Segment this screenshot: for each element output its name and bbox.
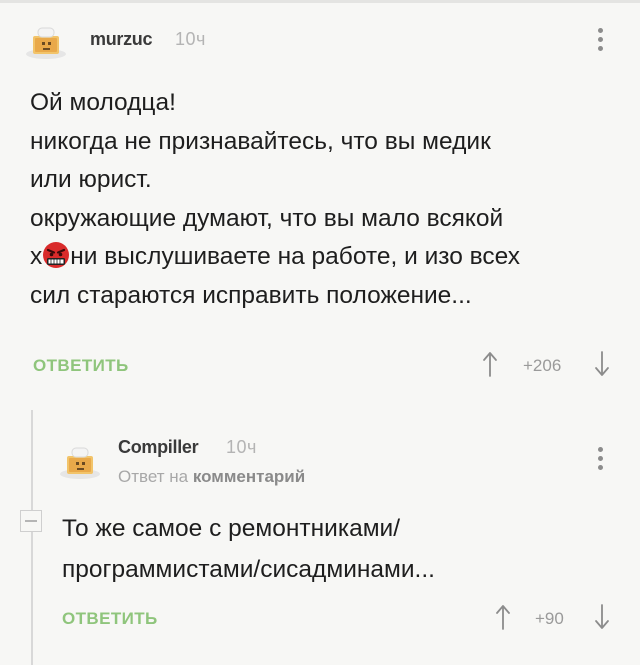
avatar-icon[interactable] (58, 440, 102, 480)
comment-line-fragment: х (30, 243, 43, 270)
arrow-up-icon[interactable] (495, 604, 511, 630)
answer-target-link[interactable]: комментарий (193, 467, 305, 486)
comment-line-fragment: ни выслушиваете на работе, и изо всех (70, 243, 521, 270)
comment-time: 10ч (175, 29, 206, 49)
comment-line: сил стараются исправить положение... (30, 281, 472, 309)
comment-text: То же самое с ремонтниками/ программиста… (62, 508, 435, 590)
comment-line: или юрист. (30, 166, 152, 193)
comment-line: х ни выслушиваете на работе, и изо всех (30, 238, 520, 277)
comment-line: программистами/сисадминами... (62, 556, 435, 583)
more-vertical-icon[interactable] (596, 447, 604, 474)
comment-username[interactable]: Compiller (118, 437, 199, 458)
arrow-down-icon[interactable] (594, 604, 610, 630)
thread-line (31, 410, 33, 665)
reply-button[interactable]: ОТВЕТИТЬ (62, 609, 158, 629)
angry-face-emoji (43, 242, 70, 268)
avatar-icon[interactable] (24, 20, 68, 60)
answer-to: Ответ на комментарий (118, 467, 305, 487)
comment-line: Ой молодца! (30, 89, 176, 116)
reply-button[interactable]: ОТВЕТИТЬ (33, 356, 129, 376)
arrow-up-icon[interactable] (482, 351, 498, 377)
comment-username[interactable]: murzuc (90, 29, 153, 50)
comment-time: 10ч (226, 437, 257, 457)
comment-text: Ой молодца! никогда не признавайтесь, чт… (30, 84, 520, 315)
comment-line: То же самое с ремонтниками/ (62, 515, 401, 542)
comment-line: окружающие думают, что вы мало всякой (30, 204, 504, 232)
answer-prefix: Ответ на (118, 467, 189, 486)
arrow-down-icon[interactable] (594, 351, 610, 377)
top-divider (0, 0, 640, 3)
comment-rating: +206 (523, 356, 562, 375)
comment-line: никогда не признавайтесь, что вы медик (30, 127, 491, 155)
comment-rating: +90 (535, 609, 564, 628)
more-vertical-icon[interactable] (596, 28, 604, 55)
collapse-icon[interactable] (20, 510, 42, 532)
